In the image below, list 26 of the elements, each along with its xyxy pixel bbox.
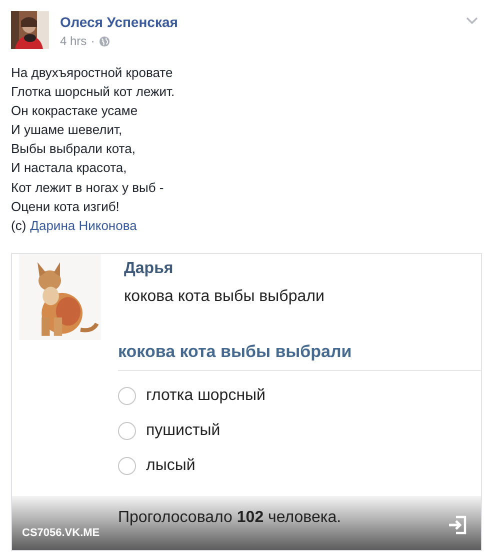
- poem-line: Кот лежит в ногах у выб -: [11, 178, 165, 197]
- chevron-down-icon[interactable]: [466, 17, 478, 25]
- author-name: Дарья: [124, 260, 174, 278]
- poem-line: Глотка шорсный кот лежит.: [11, 83, 176, 102]
- option-label: пушистый: [146, 422, 220, 440]
- poem-line: Выбы выбрали кота,: [11, 140, 136, 158]
- poem-line: И настала красота,: [11, 159, 128, 178]
- globe-icon: [98, 36, 110, 46]
- option-label: глотка шорсный: [146, 386, 266, 405]
- poem-line: И ушаме шевелит,: [11, 121, 124, 140]
- author-name[interactable]: Олеся Успенская: [60, 14, 455, 30]
- radio-button[interactable]: [118, 422, 136, 440]
- poll-question: кокова кота выбы выбрали: [118, 342, 481, 371]
- author-link[interactable]: Дарина Никонова: [30, 216, 137, 235]
- copyright-mark: (c): [11, 216, 26, 235]
- radio-button[interactable]: [118, 386, 136, 405]
- radio-button[interactable]: [118, 456, 136, 475]
- poem-line: На двухъяростной кровате: [11, 64, 174, 82]
- poem-line: Он кокрастаке усаме: [11, 102, 139, 120]
- poem-line: Оцени кота изгиб!: [11, 198, 120, 216]
- source-label: CS7056.VK.ME: [22, 526, 101, 539]
- separator-dot: ·: [90, 34, 95, 48]
- embedded-image[interactable]: Дарья кокова кота выбы выбрали кокова кота выбы выбрали глотка шорсный пушистый лысый CS7056.VK.ME Проголосовало 102 человека.: [11, 252, 482, 551]
- vote-count: Проголосовало 102 человека.: [118, 508, 342, 527]
- message-text: кокова кота выбы выбрали: [124, 288, 324, 306]
- option-label: лысый: [146, 456, 196, 475]
